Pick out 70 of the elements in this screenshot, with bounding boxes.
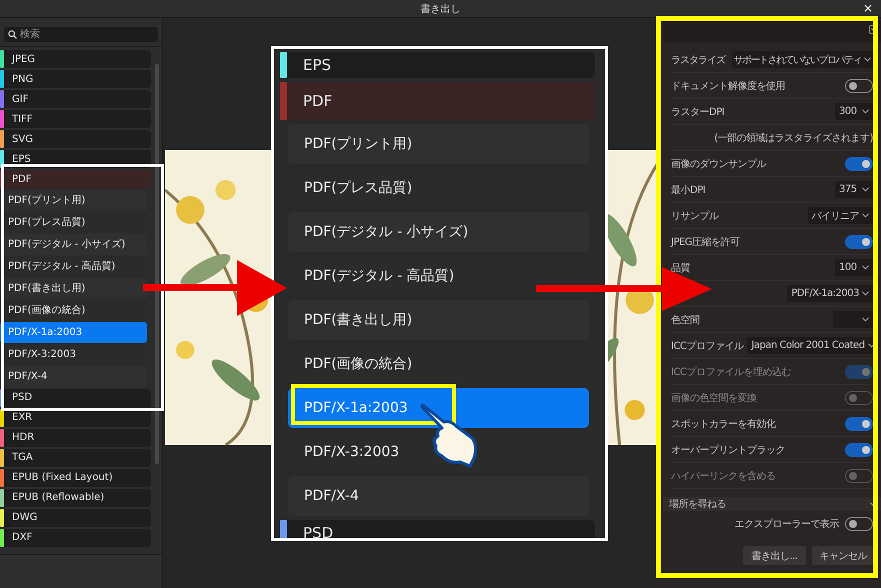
format-item[interactable]: PDF	[280, 82, 595, 120]
window-title: 書き出し	[420, 2, 460, 16]
format-option[interactable]: PDF/X-1a:2003	[0, 322, 147, 342]
info-note: (一部の領域はラスタライズされます)	[714, 132, 873, 144]
setting-label: 最小DPI	[671, 184, 706, 196]
dropdown[interactable]: 300	[835, 103, 873, 120]
chevron-icon	[864, 57, 871, 62]
format-option[interactable]: PDF(書き出し用)	[288, 300, 589, 340]
chevron-icon	[862, 213, 869, 218]
close-button[interactable]: ×	[860, 0, 875, 16]
toggle-switch[interactable]	[845, 442, 873, 456]
format-item[interactable]: DXF	[0, 528, 151, 546]
setting-label: 品質	[671, 262, 690, 274]
setting-label: ラスターDPI	[671, 106, 724, 118]
dropdown[interactable]: 場所を尋ねる	[663, 497, 881, 511]
format-option[interactable]: PDF(プリント用)	[0, 190, 147, 210]
format-option[interactable]: PDF(デジタル - 小サイズ)	[288, 212, 589, 252]
dialog-button[interactable]: キャンセル	[812, 546, 875, 565]
dropdown[interactable]: バイリニア	[808, 207, 873, 224]
setting-label: ラスタライズ	[671, 54, 725, 66]
dropdown[interactable]: 375	[835, 181, 873, 198]
format-item[interactable]: PNG	[0, 70, 151, 88]
toggle-switch[interactable]	[845, 416, 873, 430]
format-option[interactable]: PDF(プリント用)	[288, 124, 589, 164]
format-option[interactable]: PDF(書き出し用)	[0, 278, 147, 298]
search-field[interactable]: 検索	[4, 27, 158, 42]
dropdown[interactable]: 100	[835, 259, 873, 276]
chevron-icon	[862, 291, 869, 296]
setting-label: ICCプロファイルを埋め込む	[671, 366, 791, 378]
arrow-icon	[143, 260, 287, 316]
setting-label: ハイパーリンクを含める	[671, 470, 776, 482]
chevron-icon	[862, 265, 869, 270]
setting-label: ICCプロファイル	[671, 340, 744, 352]
chevron-icon	[862, 317, 869, 322]
setting-label: 画像のダウンサンプル	[671, 158, 766, 170]
setting-label: ドキュメント解像度を使用	[671, 80, 785, 92]
toggle-switch[interactable]	[845, 78, 873, 92]
format-item[interactable]: EPUB (Fixed Layout)	[0, 468, 151, 486]
format-item[interactable]: JPEG	[0, 50, 151, 68]
dropdown[interactable]: サポートされていないプロパティ	[732, 51, 873, 68]
setting-label: リサンプル	[671, 210, 718, 222]
format-option[interactable]: PDF(デジタル - 小サイズ)	[0, 234, 147, 254]
chevron-icon	[862, 187, 869, 192]
chevron-icon	[868, 343, 875, 348]
format-option[interactable]: PDF/X-4	[288, 476, 589, 516]
format-option[interactable]: PDF/X-4	[0, 366, 147, 386]
format-item[interactable]: HDR	[0, 428, 151, 446]
format-item[interactable]: DWG	[0, 508, 151, 526]
dropdown[interactable]: Japan Color 2001 Coated	[747, 337, 873, 354]
setting-label: オーバープリントブラック	[671, 444, 785, 456]
format-item[interactable]: EPUB (Reflowable)	[0, 488, 151, 506]
format-item[interactable]: PSD	[280, 520, 595, 538]
format-item[interactable]: SVG	[0, 130, 151, 148]
setting-label: スポットカラーを有効化	[671, 418, 776, 430]
search-icon	[8, 30, 17, 39]
setting-label: JPEG圧縮を許可	[671, 236, 740, 248]
setting-label: 色空間	[671, 314, 700, 326]
toggle-switch[interactable]	[845, 156, 873, 170]
format-item[interactable]: TIFF	[0, 110, 151, 128]
toggle-switch[interactable]	[845, 234, 873, 248]
setting-label: エクスプローラーで表示	[734, 518, 839, 531]
setting-label: 画像の色空間を変換	[671, 392, 756, 404]
dialog-button[interactable]: 書き出し...	[743, 546, 806, 565]
dropdown[interactable]: PDF/X-1a:2003	[787, 285, 873, 302]
format-item[interactable]: TGA	[0, 448, 151, 466]
format-option[interactable]: PDF/X-1a:2003	[288, 388, 589, 428]
chevron-icon	[862, 109, 869, 114]
format-item[interactable]: GIF	[0, 90, 151, 108]
format-item[interactable]: EPS	[280, 52, 595, 78]
toggle-switch[interactable]	[845, 517, 873, 531]
